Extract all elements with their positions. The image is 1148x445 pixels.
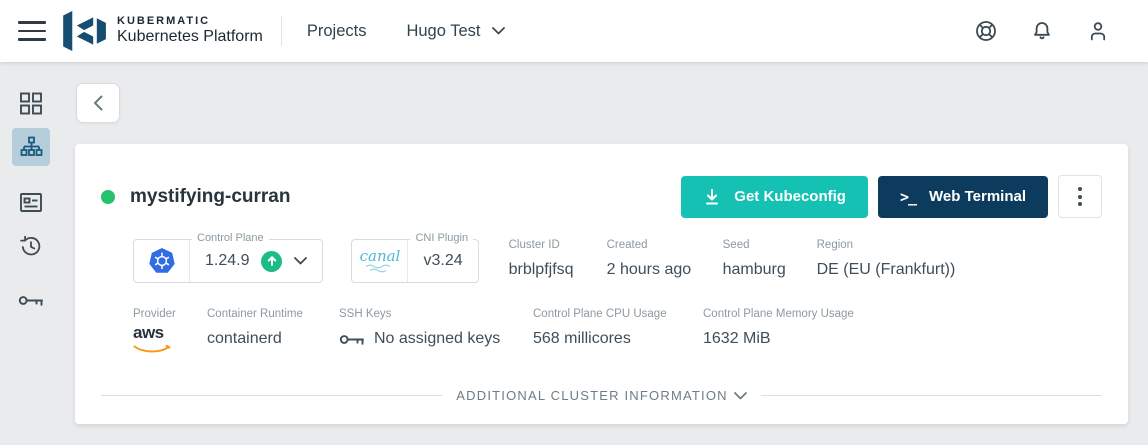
seed-field: Seed hamburg: [723, 239, 817, 279]
brand: KUBERMATIC Kubernetes Platform: [117, 15, 263, 46]
download-icon: [706, 188, 719, 204]
cpu-usage-label: Control Plane CPU Usage: [533, 308, 667, 320]
chevron-left-icon: [94, 95, 103, 111]
additional-info-label: ADDITIONAL CLUSTER INFORMATION: [456, 388, 728, 403]
cpu-usage-value: 568 millicores: [533, 330, 631, 347]
memory-usage-field: Control Plane Memory Usage 1632 MiB: [703, 308, 854, 348]
chevron-down-icon: [733, 391, 747, 399]
sidebar-history-clock-icon[interactable]: [20, 235, 43, 258]
sidebar-ssh-key-icon[interactable]: [18, 294, 44, 307]
cni-plugin-label: CNI Plugin: [410, 232, 474, 244]
cluster-actions: Get Kubeconfig >_ Web Terminal: [681, 175, 1102, 218]
project-selector[interactable]: Hugo Test: [406, 21, 506, 41]
container-runtime-value: containerd: [207, 330, 282, 347]
clusters-tree-icon: [20, 136, 42, 156]
web-terminal-button[interactable]: >_ Web Terminal: [877, 175, 1048, 218]
region-value: DE (EU (Frankfurt)): [816, 261, 956, 278]
aws-logo-text: aws: [133, 323, 164, 342]
region-label: Region: [816, 239, 854, 251]
ssh-keys-field: SSH Keys No assigned keys: [339, 308, 533, 348]
aws-logo-icon: aws: [133, 324, 173, 359]
get-kubeconfig-button[interactable]: Get Kubeconfig: [681, 175, 868, 218]
upgrade-available-icon[interactable]: [261, 250, 283, 272]
seed-label: Seed: [722, 239, 750, 251]
user-account-icon[interactable]: [1086, 19, 1110, 43]
sidebar-clusters-item-selected[interactable]: [12, 128, 50, 166]
kubermatic-logo-icon: [63, 11, 106, 51]
key-icon: [339, 334, 364, 345]
back-button[interactable]: [76, 83, 120, 123]
cluster-id-label: Cluster ID: [508, 239, 560, 251]
top-bar: KUBERMATIC Kubernetes Platform Projects …: [0, 0, 1148, 62]
cni-version: v3.24: [423, 252, 463, 269]
cluster-name: mystifying-curran: [130, 185, 291, 207]
main-area: mystifying-curran Get Kubeconfig >_ Web …: [0, 62, 1148, 445]
ssh-keys-label: SSH Keys: [339, 308, 392, 320]
menu-icon[interactable]: [18, 21, 46, 41]
control-plane-version-selector[interactable]: Control Plane 1.24.9: [133, 232, 324, 283]
cluster-meta-row-1: Control Plane 1.24.9 CNI Plugin canal v3…: [101, 232, 1102, 283]
ssh-keys-value-row: No assigned keys: [339, 330, 533, 348]
cluster-id-field: Cluster ID brblpfjfsq: [509, 239, 607, 279]
region-field: Region DE (EU (Frankfurt)): [817, 239, 956, 279]
chevron-down-icon[interactable]: [294, 257, 308, 265]
additional-info-divider: ADDITIONAL CLUSTER INFORMATION: [101, 388, 1102, 403]
container-runtime-label: Container Runtime: [207, 308, 303, 320]
canal-waves-icon: [365, 264, 391, 273]
cni-plugin-selector[interactable]: CNI Plugin canal v3.24: [351, 232, 479, 283]
created-label: Created: [606, 239, 648, 251]
memory-usage-label: Control Plane Memory Usage: [703, 308, 854, 320]
cluster-meta-row-2: Provider aws Container Runtime container…: [101, 308, 1102, 359]
more-options-button[interactable]: [1058, 175, 1102, 218]
get-kubeconfig-label: Get Kubeconfig: [734, 188, 846, 205]
cluster-header-row: mystifying-curran Get Kubeconfig >_ Web …: [101, 144, 1102, 218]
kubernetes-icon: [148, 248, 175, 273]
chevron-down-icon: [492, 27, 506, 35]
provider-field: Provider aws: [133, 308, 207, 359]
sidebar-projects-grid-icon[interactable]: [20, 92, 43, 115]
cpu-usage-field: Control Plane CPU Usage 568 millicores: [533, 308, 703, 348]
header-divider: [280, 16, 282, 46]
web-terminal-label: Web Terminal: [929, 188, 1026, 205]
additional-info-toggle[interactable]: ADDITIONAL CLUSTER INFORMATION: [456, 388, 747, 403]
ssh-keys-value: No assigned keys: [374, 330, 501, 347]
control-plane-value-cell: 1.24.9: [190, 240, 322, 282]
divider-line-right: [760, 395, 1102, 396]
canal-logo-icon: canal: [359, 247, 401, 265]
cluster-status-dot: [101, 189, 115, 204]
container-runtime-field: Container Runtime containerd: [207, 308, 339, 348]
cluster-detail-card: mystifying-curran Get Kubeconfig >_ Web …: [75, 144, 1128, 424]
seed-value: hamburg: [722, 261, 786, 278]
divider-line-left: [101, 395, 443, 396]
control-plane-label: Control Plane: [192, 232, 269, 244]
sidebar: [0, 62, 62, 445]
terminal-prompt-icon: >_: [899, 187, 917, 206]
notifications-bell-icon[interactable]: [1030, 19, 1054, 43]
project-selector-label: Hugo Test: [406, 21, 481, 40]
created-value: 2 hours ago: [606, 261, 692, 278]
control-plane-version: 1.24.9: [205, 252, 250, 269]
sidebar-templates-panel-icon[interactable]: [20, 191, 43, 214]
created-field: Created 2 hours ago: [607, 239, 723, 279]
memory-usage-value: 1632 MiB: [703, 330, 771, 347]
canal-logo-cell: canal: [352, 240, 409, 282]
provider-label: Provider: [133, 308, 176, 320]
cluster-id-value: brblpfjfsq: [508, 261, 574, 278]
cni-value-cell: v3.24: [408, 240, 477, 282]
kubernetes-logo-cell: [134, 240, 190, 282]
content-area: mystifying-curran Get Kubeconfig >_ Web …: [62, 62, 1148, 445]
brand-name: KUBERMATIC: [117, 15, 211, 28]
nav-projects-link[interactable]: Projects: [307, 22, 367, 41]
help-lifebuoy-icon[interactable]: [974, 19, 998, 43]
brand-subtitle: Kubernetes Platform: [117, 28, 263, 46]
header-actions: [974, 19, 1110, 43]
